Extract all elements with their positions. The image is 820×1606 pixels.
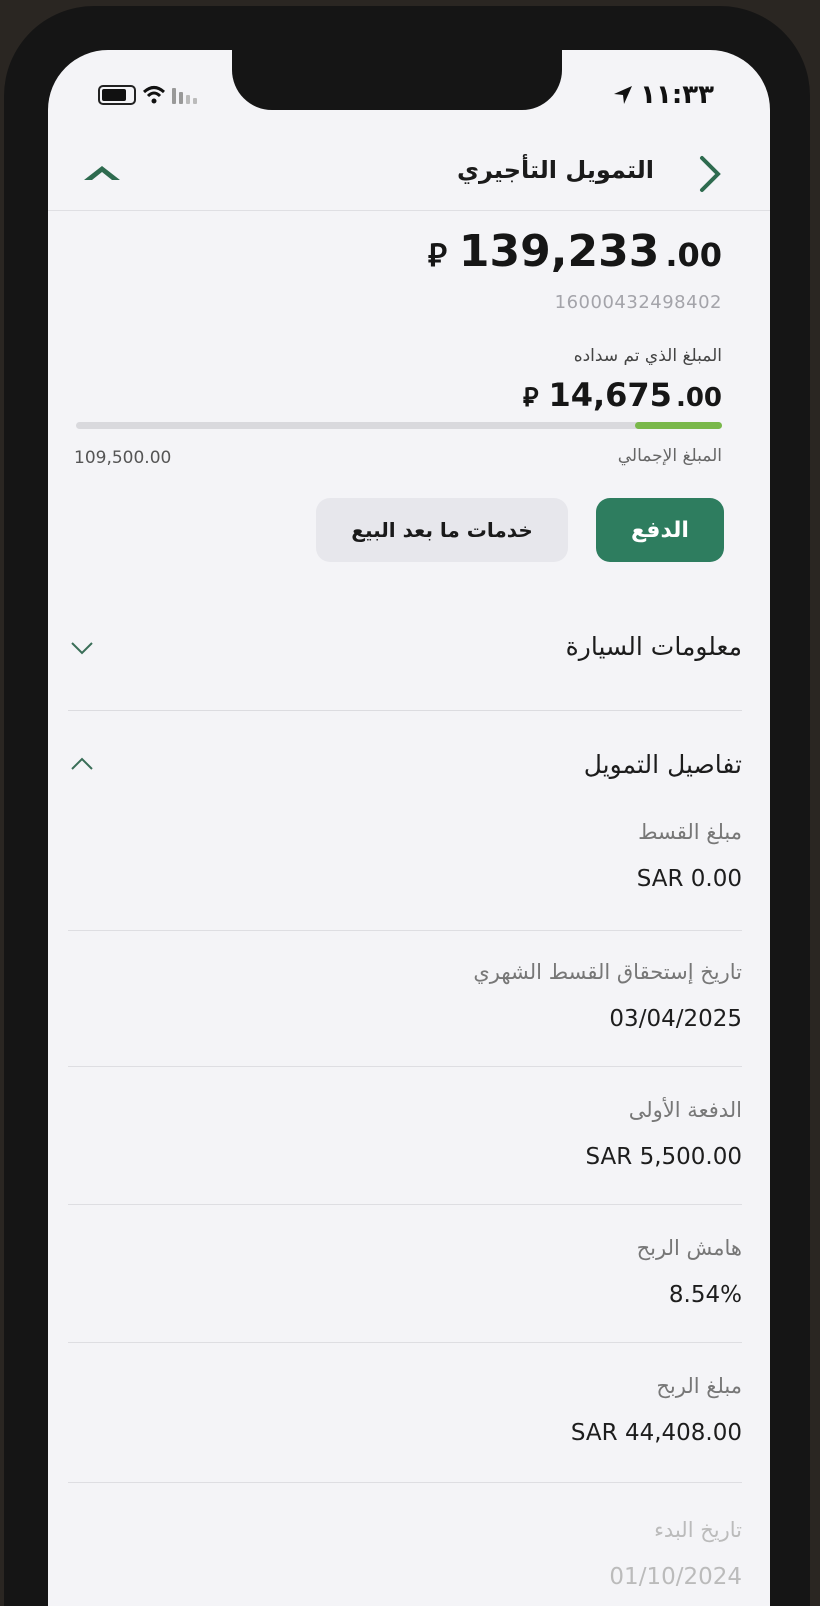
app-screen: ١١:٣٣ التمويل التأجيري ⃁ 139,233.00 1600…	[48, 50, 770, 1606]
financing-details-section-header[interactable]: تفاصيل التمويل	[68, 730, 742, 790]
chevron-down-icon[interactable]	[68, 634, 96, 662]
battery-icon	[98, 85, 136, 105]
contract-number: 16000432498402	[554, 292, 722, 313]
detail-value: 8.54%	[668, 1282, 742, 1308]
car-info-section-header[interactable]: معلومات السيارة	[68, 610, 742, 711]
detail-row-down-payment: الدفعة الأولى SAR 5,500.00	[68, 1098, 742, 1205]
page-title: التمويل التأجيري	[456, 156, 654, 184]
remaining-amount-integer: 139,233	[458, 226, 660, 277]
detail-label: مبلغ الربح	[656, 1374, 742, 1398]
remaining-amount-decimal: .00	[665, 236, 722, 274]
chevron-up-icon[interactable]	[68, 750, 96, 778]
detail-value: SAR 44,408.00	[570, 1420, 742, 1446]
pay-button[interactable]: الدفع	[596, 498, 724, 562]
payment-progress-bar	[76, 422, 722, 429]
detail-row-start-date: تاريخ البدء 01/10/2024	[68, 1518, 742, 1606]
status-bar-right: ١١:٣٣	[612, 80, 714, 110]
status-bar-left	[98, 80, 197, 110]
paid-amount-decimal: .00	[675, 383, 722, 413]
financing-details-title: تفاصيل التمويل	[583, 750, 742, 779]
detail-label: الدفعة الأولى	[628, 1098, 742, 1122]
paid-amount-integer: 14,675	[548, 376, 672, 414]
detail-label: تاريخ البدء	[654, 1518, 742, 1542]
header-divider	[48, 210, 770, 211]
cellular-signal-icon	[172, 86, 197, 104]
paid-amount-label: المبلغ الذي تم سداده	[573, 346, 722, 366]
phone-frame: ١١:٣٣ التمويل التأجيري ⃁ 139,233.00 1600…	[4, 6, 810, 1606]
detail-value: 03/04/2025	[609, 1006, 742, 1032]
back-chevron-icon[interactable]	[690, 152, 730, 196]
detail-row-profit-amount: مبلغ الربح SAR 44,408.00	[68, 1374, 742, 1483]
detail-value: SAR 5,500.00	[585, 1144, 742, 1170]
car-info-title: معلومات السيارة	[565, 632, 742, 661]
after-sales-services-button[interactable]: خدمات ما بعد البيع	[316, 498, 568, 562]
riyal-currency-icon: ⃁	[427, 236, 447, 274]
remaining-amount: ⃁ 139,233.00	[428, 226, 722, 277]
app-header: التمويل التأجيري	[48, 138, 770, 208]
total-amount-label: المبلغ الإجمالي	[617, 446, 722, 466]
detail-row-due-date: تاريخ إستحقاق القسط الشهري 03/04/2025	[68, 960, 742, 1067]
detail-row-profit-margin: هامش الربح 8.54%	[68, 1236, 742, 1343]
device-notch	[232, 50, 562, 110]
location-arrow-icon	[614, 86, 633, 104]
brand-logo-icon[interactable]	[82, 158, 122, 188]
status-time: ١١:٣٣	[640, 80, 714, 110]
paid-amount: ⃁ 14,675.00	[523, 376, 722, 414]
detail-value: SAR 0.00	[636, 866, 742, 892]
detail-label: تاريخ إستحقاق القسط الشهري	[473, 960, 742, 984]
payment-progress-fill	[635, 422, 722, 429]
detail-label: هامش الربح	[636, 1236, 742, 1260]
detail-label: مبلغ القسط	[638, 820, 742, 844]
wifi-icon	[142, 86, 166, 104]
detail-row-installment: مبلغ القسط SAR 0.00	[68, 820, 742, 931]
detail-value: 01/10/2024	[609, 1564, 742, 1590]
riyal-currency-icon: ⃁	[523, 383, 539, 413]
total-amount-value: 109,500.00	[74, 448, 172, 468]
